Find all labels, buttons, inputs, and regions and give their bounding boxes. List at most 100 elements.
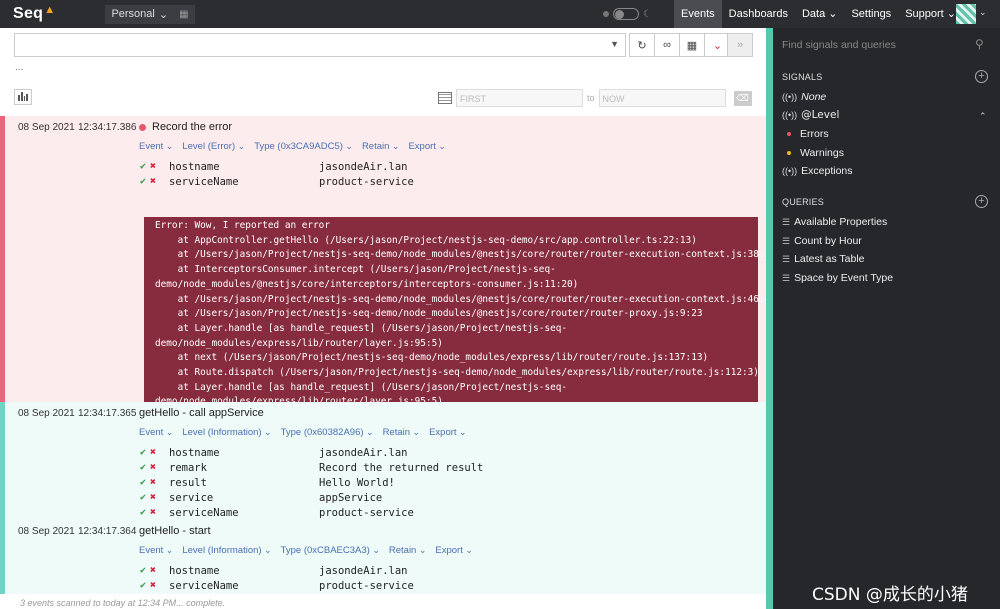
grid-view-button[interactable]: ▦ bbox=[680, 34, 705, 56]
exclude-icon[interactable]: ✖ bbox=[150, 462, 169, 473]
exclude-icon[interactable]: ✖ bbox=[150, 492, 169, 503]
property-name: hostname bbox=[169, 446, 220, 459]
toggle-switch[interactable] bbox=[613, 8, 639, 20]
nav-label: Dashboards bbox=[728, 8, 788, 20]
signal-label: Errors bbox=[800, 128, 829, 140]
calendar-icon[interactable] bbox=[438, 92, 452, 104]
event-menu[interactable]: Event bbox=[139, 545, 173, 556]
chevron-down-icon[interactable]: ⌄ bbox=[979, 7, 987, 18]
query-item[interactable]: ☰ Available Properties bbox=[782, 216, 887, 228]
nav-label: Settings bbox=[851, 8, 892, 20]
scan-status: 3 events scanned to today at 12:34 PM...… bbox=[20, 598, 226, 608]
property-name: hostname bbox=[169, 160, 220, 173]
avatar[interactable] bbox=[956, 4, 976, 24]
event-menu[interactable]: Event bbox=[139, 427, 173, 438]
include-icon[interactable]: ✔ bbox=[140, 565, 150, 576]
event-actions: Event Level (Information) Type (0xCBAEC3… bbox=[139, 545, 473, 556]
exclude-icon[interactable]: ✖ bbox=[150, 565, 169, 576]
signal-exceptions[interactable]: ((•)) Exceptions bbox=[782, 165, 853, 177]
include-icon[interactable]: ✔ bbox=[140, 477, 150, 488]
export-menu[interactable]: Export bbox=[435, 545, 473, 556]
property-value: appService bbox=[319, 491, 383, 504]
add-query-icon[interactable]: + bbox=[975, 195, 988, 208]
event-menu[interactable]: Event bbox=[139, 141, 173, 152]
event-timestamp: 08 Sep 2021 12:34:17.364 bbox=[18, 526, 136, 537]
level-menu[interactable]: Level (Information) bbox=[182, 545, 271, 556]
query-item[interactable]: ☰ Count by Hour bbox=[782, 235, 862, 247]
range-from-input[interactable]: FIRST bbox=[456, 89, 583, 107]
include-icon[interactable]: ✔ bbox=[140, 176, 150, 187]
query-item[interactable]: ☰ Latest as Table bbox=[782, 253, 865, 265]
nav-data[interactable]: Data ⌄ bbox=[795, 0, 844, 28]
query-item[interactable]: ☰ Space by Event Type bbox=[782, 272, 893, 284]
event-row[interactable]: 08 Sep 2021 12:34:17.364 getHello - start… bbox=[0, 520, 766, 594]
watermark: CSDN @成长的小猪 bbox=[812, 585, 968, 605]
retain-menu[interactable]: Retain bbox=[389, 545, 427, 556]
nav-events[interactable]: Events bbox=[674, 0, 722, 28]
search-input[interactable]: ▼ bbox=[14, 33, 626, 57]
tail-button[interactable]: ∞ bbox=[655, 34, 680, 56]
exclude-icon[interactable]: ✖ bbox=[150, 447, 169, 458]
theme-toggle[interactable]: ☾ bbox=[603, 8, 652, 20]
retain-menu[interactable]: Retain bbox=[383, 427, 421, 438]
signal-level[interactable]: ((•)) @Level bbox=[782, 109, 839, 121]
add-signal-icon[interactable]: + bbox=[975, 70, 988, 83]
event-time: 12:34:17.365 bbox=[78, 408, 137, 419]
exclude-icon[interactable]: ✖ bbox=[150, 477, 169, 488]
exclude-icon[interactable]: ✖ bbox=[150, 507, 169, 518]
nav-support[interactable]: Support ⌄ bbox=[898, 0, 963, 28]
nav-settings[interactable]: Settings bbox=[844, 0, 898, 28]
signal-label: Exceptions bbox=[801, 165, 853, 177]
export-menu[interactable]: Export bbox=[429, 427, 467, 438]
level-menu[interactable]: Level (Information) bbox=[182, 427, 271, 438]
sun-icon bbox=[603, 11, 609, 17]
clear-range-icon[interactable]: ⌫ bbox=[733, 90, 752, 106]
sidebar-edge[interactable] bbox=[766, 28, 773, 609]
refresh-button[interactable]: ↻ bbox=[630, 34, 655, 56]
more-ellipsis[interactable]: ... bbox=[15, 62, 23, 73]
find-signals-input[interactable]: Find signals and queries bbox=[782, 39, 896, 51]
include-icon[interactable]: ✔ bbox=[140, 462, 150, 473]
fast-forward-button[interactable]: » bbox=[727, 33, 753, 57]
event-properties: ✔ ✖ hostname jasondeAir.lan ✔ ✖ remark Record … bbox=[140, 445, 483, 520]
exclude-icon[interactable]: ✖ bbox=[150, 176, 169, 187]
property-value: jasondeAir.lan bbox=[319, 446, 408, 459]
event-message-text: getHello - start bbox=[139, 525, 211, 537]
include-icon[interactable]: ✔ bbox=[140, 580, 150, 591]
event-row[interactable]: 08 Sep 2021 12:34:17.386 Record the error… bbox=[0, 116, 776, 430]
signal-warnings[interactable]: Warnings bbox=[787, 147, 844, 159]
level-menu[interactable]: Level (Error) bbox=[182, 141, 245, 152]
histogram-icon[interactable] bbox=[14, 89, 32, 105]
include-icon[interactable]: ✔ bbox=[140, 447, 150, 458]
nav-dashboards[interactable]: Dashboards bbox=[722, 0, 795, 28]
property-name: service bbox=[169, 491, 214, 504]
type-menu[interactable]: Type (0x3CA9ADC5) bbox=[254, 141, 353, 152]
export-menu[interactable]: Export bbox=[408, 141, 446, 152]
seq-logo[interactable]: Seq ▲ bbox=[13, 4, 55, 23]
event-row[interactable]: 08 Sep 2021 12:34:17.365 getHello - call … bbox=[0, 402, 766, 520]
property-name: serviceName bbox=[169, 506, 239, 519]
search-icon[interactable]: ⚲ bbox=[975, 37, 984, 51]
retain-menu[interactable]: Retain bbox=[362, 141, 400, 152]
signal-errors[interactable]: Errors bbox=[787, 128, 829, 140]
signal-none[interactable]: ((•)) None bbox=[782, 91, 826, 103]
type-menu[interactable]: Type (0xCBAEC3A3) bbox=[281, 545, 380, 556]
chevron-down-icon: ⌄ bbox=[158, 8, 169, 21]
property-row: ✔ ✖ serviceName product-service bbox=[140, 174, 414, 189]
workspace-select[interactable]: Personal ⌄ ▦ bbox=[105, 4, 195, 24]
exclude-icon[interactable]: ✖ bbox=[150, 580, 169, 591]
include-icon[interactable]: ✔ bbox=[140, 507, 150, 518]
nav-label: Data bbox=[801, 8, 826, 20]
type-menu[interactable]: Type (0x60382A96) bbox=[281, 427, 374, 438]
property-name: serviceName bbox=[169, 175, 239, 188]
exclude-icon[interactable]: ✖ bbox=[150, 161, 169, 172]
include-icon[interactable]: ✔ bbox=[140, 161, 150, 172]
event-properties: ✔ ✖ hostname jasondeAir.lan ✔ ✖ serviceName pr… bbox=[140, 563, 414, 593]
nav-label: Support bbox=[905, 8, 944, 20]
range-to-input[interactable]: NOW bbox=[598, 89, 726, 107]
include-icon[interactable]: ✔ bbox=[140, 492, 150, 503]
workspace-icon[interactable]: ▦ bbox=[179, 9, 188, 20]
event-date: 08 Sep 2021 bbox=[18, 526, 75, 537]
chevron-down-icon[interactable]: ▼ bbox=[610, 39, 619, 49]
chevron-up-icon[interactable]: ⌃ bbox=[979, 111, 987, 122]
